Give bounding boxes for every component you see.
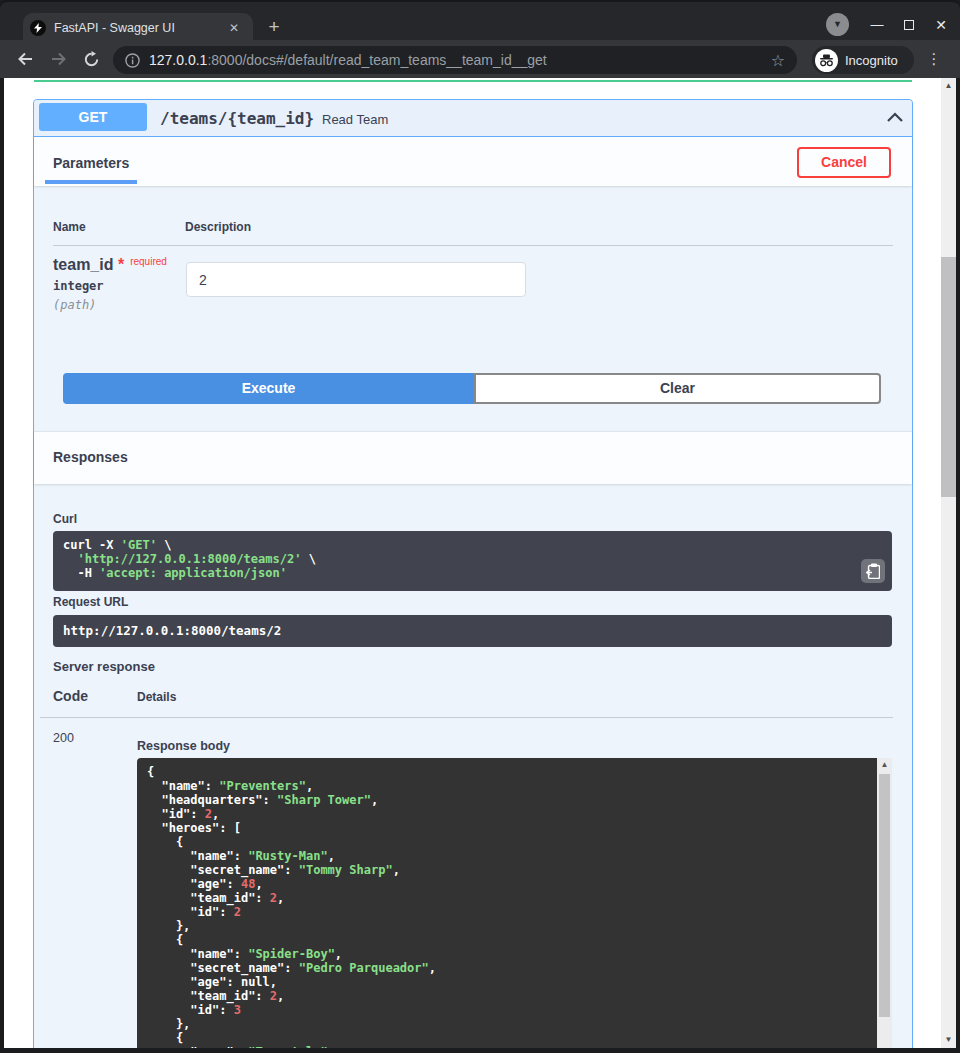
param-name: team_id *required	[53, 256, 167, 274]
response-scrollbar-up-icon[interactable]: ▲	[877, 758, 892, 772]
tab-title: FastAPI - Swagger UI	[54, 21, 226, 35]
back-button[interactable]	[12, 46, 38, 72]
clear-button[interactable]: Clear	[474, 373, 881, 404]
execute-button[interactable]: Execute	[63, 373, 474, 404]
request-url-label: Request URL	[53, 595, 128, 609]
column-header-name: Name	[53, 220, 86, 234]
page-content: GET /teams/{team_id} Read Team Parameter…	[0, 78, 960, 1048]
tab-parameters[interactable]: Parameters	[53, 155, 129, 171]
response-scrollbar-thumb[interactable]	[879, 774, 890, 1017]
param-location: (path)	[53, 298, 96, 312]
page-scrollbar-up-icon[interactable]: ▲	[941, 78, 956, 94]
bookmark-star-icon[interactable]: ☆	[771, 51, 785, 70]
table-divider	[53, 245, 893, 246]
browser-tab[interactable]: FastAPI - Swagger UI ✕	[23, 13, 253, 42]
curl-label: Curl	[53, 512, 77, 526]
column-header-details: Details	[137, 690, 176, 704]
tab-header	[34, 137, 912, 186]
window-maximize-button[interactable]	[897, 13, 921, 37]
responses-divider	[40, 717, 893, 718]
forward-button[interactable]	[46, 46, 72, 72]
server-response-label: Server response	[53, 659, 155, 674]
page-scrollbar-thumb[interactable]	[941, 257, 956, 497]
incognito-badge: Incognito	[812, 46, 914, 74]
incognito-label: Incognito	[845, 53, 898, 68]
fastapi-favicon-icon	[30, 20, 46, 36]
window-frame-bottom	[0, 1048, 960, 1053]
window-frame-left	[0, 78, 4, 1053]
responses-title: Responses	[53, 449, 128, 465]
response-body-label: Response body	[137, 739, 230, 753]
param-type: integer	[53, 279, 104, 293]
status-code: 200	[53, 731, 74, 745]
page-scrollbar-track[interactable]	[941, 78, 956, 1048]
incognito-icon	[815, 49, 838, 72]
endpoint-summary: Read Team	[322, 112, 388, 127]
browser-titlebar: FastAPI - Swagger UI ✕ + ▼ — ✕	[0, 0, 960, 40]
window-frame-right	[956, 78, 960, 1053]
cancel-button[interactable]: Cancel	[797, 147, 891, 178]
reload-button[interactable]	[78, 46, 104, 72]
page-scrollbar-down-icon[interactable]: ▼	[941, 1032, 956, 1048]
tab-close-icon[interactable]: ✕	[226, 21, 242, 35]
responses-section-header	[34, 432, 912, 484]
address-bar[interactable]: 127.0.0.1:8000/docs#/default/read_team_t…	[113, 46, 797, 74]
copy-to-clipboard-button[interactable]	[861, 559, 885, 583]
param-value-input[interactable]	[186, 262, 526, 297]
tab-underline	[45, 180, 137, 184]
url-text: 127.0.0.1:8000/docs#/default/read_team_t…	[149, 52, 771, 68]
window-minimize-button[interactable]: —	[865, 13, 889, 37]
browser-updates-icon[interactable]: ▼	[826, 13, 849, 36]
previous-opblock-edge	[34, 80, 912, 82]
collapse-chevron-icon[interactable]	[886, 111, 904, 123]
browser-menu-icon[interactable]: ⋮	[921, 46, 947, 72]
column-header-code: Code	[53, 688, 88, 704]
request-url-value: http://127.0.0.1:8000/teams/2	[53, 615, 892, 647]
response-body-json: { "name": "Preventers", "headquarters": …	[147, 765, 436, 1048]
window-close-button[interactable]: ✕	[929, 13, 953, 37]
endpoint-path: /teams/{team_id}	[160, 109, 314, 128]
method-badge: GET	[39, 103, 147, 131]
curl-command: curl -X 'GET' \ 'http://127.0.0.1:8000/t…	[63, 538, 316, 580]
column-header-description: Description	[185, 220, 251, 234]
site-info-icon[interactable]	[125, 53, 140, 68]
new-tab-button[interactable]: +	[263, 16, 285, 38]
